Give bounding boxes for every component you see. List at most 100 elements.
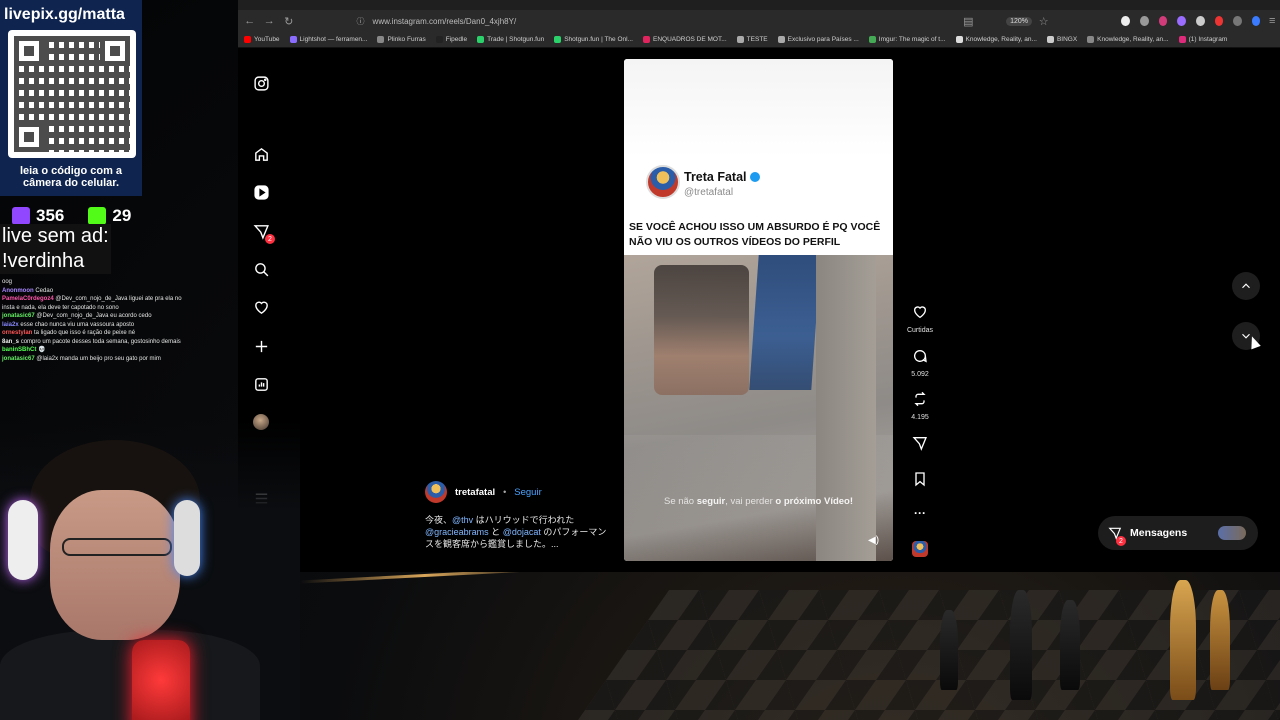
bookmark-item[interactable]: BINGX	[1046, 36, 1077, 43]
repost-button[interactable]: 4.195	[900, 391, 940, 421]
like-button[interactable]: Curtidas	[900, 304, 940, 334]
comment-button[interactable]: 5.092	[900, 348, 940, 378]
messages-button[interactable]: 2 Mensagens	[1098, 516, 1258, 550]
bookmark-favicon-icon	[868, 36, 876, 43]
follow-button[interactable]: Seguir	[514, 487, 541, 498]
bookmark-item[interactable]: TESTE	[736, 36, 768, 43]
bookmark-item[interactable]: Imgur: The magic of t...	[868, 36, 946, 43]
bookmark-item[interactable]: YouTube	[244, 36, 280, 43]
bookmark-label: Imgur: The magic of t...	[878, 36, 946, 43]
site-info-icon[interactable]: ⓘ	[357, 16, 367, 26]
extension-icon[interactable]	[1233, 16, 1242, 26]
livepix-url: livepix.gg/matta	[4, 6, 125, 23]
extension-icon[interactable]	[1140, 16, 1149, 26]
livepix-panel: livepix.gg/matta leia o código com a câm…	[0, 0, 142, 196]
instagram-icon[interactable]	[250, 72, 272, 94]
likes-label: Curtidas	[906, 327, 934, 334]
kick-icon	[88, 207, 107, 225]
chat-message: jonatasic67 @Dev_com_nojo_de_Java eu aco…	[2, 312, 188, 321]
more-options-icon[interactable]: ···	[900, 506, 940, 520]
chat-username: baninSBhCt	[2, 347, 37, 353]
qr-pattern	[14, 36, 130, 152]
comment-icon	[914, 350, 927, 363]
star-icon[interactable]: ☆	[1036, 12, 1052, 30]
save-button[interactable]	[900, 471, 940, 492]
reel-handle: @tretafatal	[684, 187, 734, 198]
create-icon[interactable]	[250, 335, 272, 357]
reels-icon[interactable]	[250, 181, 272, 203]
reader-icon[interactable]: ▤	[961, 12, 977, 30]
chat-username: Anonmoon	[2, 287, 34, 294]
chat-username: ornestylan	[2, 330, 33, 336]
author-username[interactable]: tretafatal	[455, 487, 495, 498]
browser-menu-icon[interactable]: ≡	[1264, 12, 1280, 30]
chat-message: ornestylan ta ligado que isso é ração de…	[2, 329, 188, 338]
bookmark-item[interactable]: Exclusivo para Países ...	[777, 36, 859, 43]
bookmark-favicon-icon	[736, 36, 744, 43]
extension-icon[interactable]	[1121, 16, 1131, 26]
bookmark-item[interactable]: Trade | Shotgun.fun	[477, 36, 544, 43]
bookmark-label: Knowledge, Reality, an...	[965, 36, 1037, 43]
back-icon[interactable]: ←	[242, 12, 258, 30]
dashboard-icon[interactable]	[250, 373, 272, 395]
address-bar[interactable]: ⓘ www.instagram.com/reels/Dan0_4xjh8Y/	[357, 12, 957, 30]
reload-icon[interactable]: ↻	[281, 12, 297, 30]
address-text: www.instagram.com/reels/Dan0_4xjh8Y/	[372, 16, 517, 26]
chat-text: @laia2x manda um beijo pro seu gato por …	[36, 355, 161, 362]
bookmark-favicon-icon	[1087, 36, 1095, 43]
bookmark-item[interactable]: Knowledge, Reality, an...	[1087, 36, 1169, 43]
mention-link[interactable]: @dojacat	[503, 527, 541, 537]
ad-line-2: !verdinha	[2, 250, 85, 272]
verified-icon	[749, 172, 760, 182]
messages-icon[interactable]: 2	[250, 220, 275, 244]
bookmark-label: ENQUADROS DE MOT...	[652, 36, 727, 43]
reel-video[interactable]: Treta Fatal @tretafatal SE VOCÊ ACHOU IS…	[624, 59, 893, 561]
bookmark-item[interactable]: Lightshot — ferramen...	[289, 36, 368, 43]
zoom-level[interactable]: 120%	[1006, 16, 1032, 26]
chat-username: jonatasic67	[2, 313, 35, 319]
bookmark-item[interactable]: Knowledge, Reality, an...	[955, 36, 1037, 43]
mention-link[interactable]: @gracieabrams	[425, 527, 489, 537]
extension-icon[interactable]	[1177, 16, 1186, 26]
bookmark-item[interactable]: Plinko Furras	[377, 36, 426, 43]
streamer-face	[50, 490, 180, 640]
bookmark-item[interactable]: Shotgun.fun | The Onl...	[554, 36, 633, 43]
footage-person	[654, 265, 749, 395]
home-icon[interactable]	[250, 143, 272, 165]
microphone	[132, 640, 190, 720]
extension-icon[interactable]	[1251, 16, 1261, 26]
chat-text: oog	[2, 279, 13, 285]
volume-icon[interactable]: ◀)	[868, 535, 879, 546]
bookmark-item[interactable]: (1) Instagram	[1178, 36, 1227, 43]
reposts-count: 4.195	[911, 414, 929, 421]
chat-text: Cedao	[35, 287, 54, 294]
share-button[interactable]	[900, 435, 940, 456]
messages-badge: 2	[265, 234, 275, 244]
bookmark-label: Trade | Shotgun.fun	[487, 36, 545, 43]
chat-message: PamelaC0rdegoz4 @Dev_com_nojo_de_Java li…	[2, 295, 188, 312]
chat-message: oog	[2, 278, 188, 287]
extension-icon[interactable]	[1158, 16, 1168, 26]
search-icon[interactable]	[250, 258, 272, 280]
bookmark-item[interactable]: Fipedle	[435, 36, 467, 43]
heart-icon	[913, 306, 927, 319]
bookmark-item[interactable]: ENQUADROS DE MOT...	[642, 36, 727, 43]
bookmark-favicon-icon	[642, 36, 650, 43]
mention-link[interactable]: @thv	[452, 515, 473, 525]
bookmark-label: TESTE	[746, 36, 768, 43]
bookmark-label: Lightshot — ferramen...	[299, 36, 368, 43]
audio-avatar	[912, 541, 928, 557]
forward-icon[interactable]: →	[262, 12, 278, 30]
previous-reel-button[interactable]	[1232, 272, 1260, 300]
author-avatar[interactable]	[425, 481, 447, 503]
extension-icon[interactable]	[1214, 16, 1224, 26]
viewer-counts: 356 29	[12, 206, 131, 226]
bookmark-label: Knowledge, Reality, an...	[1097, 36, 1169, 43]
heart-icon[interactable]	[250, 296, 272, 318]
bookmark-favicon-icon	[1178, 36, 1186, 43]
extension-icon[interactable]	[1195, 16, 1205, 26]
bookmark-icon	[915, 472, 925, 487]
audio-button[interactable]	[900, 541, 940, 557]
chat-text: compro um pacote desses toda semana, gos…	[20, 338, 181, 345]
chat-text: ta ligado que isso é ração de peixe né	[34, 330, 136, 336]
